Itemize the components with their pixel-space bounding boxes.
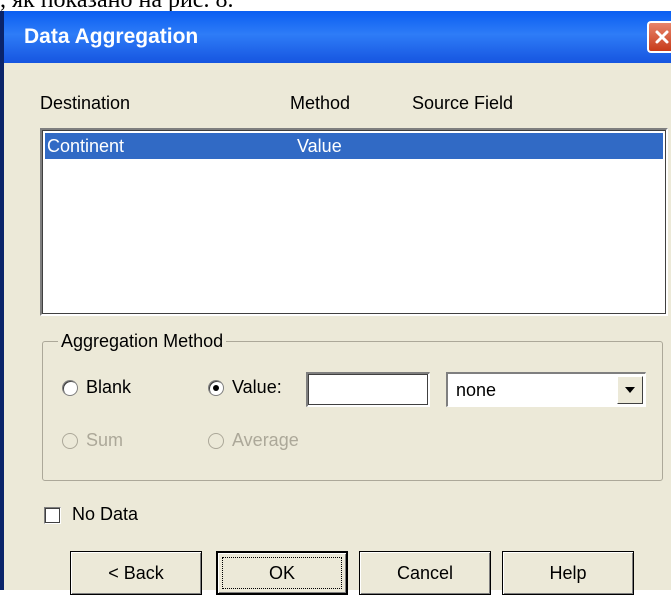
list-item-method: Value <box>297 136 342 156</box>
no-data-checkbox[interactable] <box>44 507 61 524</box>
blank-radio-label[interactable]: Blank <box>86 377 131 398</box>
value-input[interactable] <box>306 372 430 407</box>
page-caption: , як показано на рис. 8. <box>0 0 234 13</box>
list-item-destination: Continent <box>47 136 125 156</box>
sum-radio-label: Sum <box>86 430 124 450</box>
title-bar[interactable]: Data Aggregation <box>4 11 671 63</box>
window-title: Data Aggregation <box>24 25 199 48</box>
dropdown-button[interactable] <box>617 376 643 404</box>
average-radio[interactable] <box>208 433 224 449</box>
value-radio-label[interactable]: Value: <box>232 377 282 398</box>
aggregation-list[interactable]: Continent Value <box>40 128 668 316</box>
data-aggregation-dialog: Data Aggregation Destination Method Sour… <box>0 11 671 595</box>
value-source-selected: none <box>456 380 497 400</box>
back-button[interactable]: < Back <box>70 551 202 595</box>
list-item[interactable]: Continent Value <box>45 133 663 159</box>
cancel-button[interactable]: Cancel <box>359 551 491 595</box>
sum-radio[interactable] <box>62 433 78 449</box>
aggregation-method-label: Aggregation Method <box>58 331 227 352</box>
aggregation-method-group <box>42 341 663 481</box>
column-header-destination: Destination <box>40 93 131 113</box>
average-radio-label: Average <box>232 430 299 450</box>
value-source-select[interactable]: none <box>446 372 646 407</box>
close-button[interactable] <box>647 21 671 53</box>
no-data-label[interactable]: No Data <box>72 504 138 525</box>
value-radio[interactable] <box>208 380 224 396</box>
close-icon <box>655 30 669 44</box>
help-button[interactable]: Help <box>502 551 634 595</box>
ok-button[interactable]: OK <box>216 551 348 595</box>
chevron-down-icon <box>625 387 635 393</box>
blank-radio[interactable] <box>62 380 78 396</box>
column-header-source-field: Source Field <box>412 93 514 113</box>
column-header-method: Method <box>290 93 351 113</box>
